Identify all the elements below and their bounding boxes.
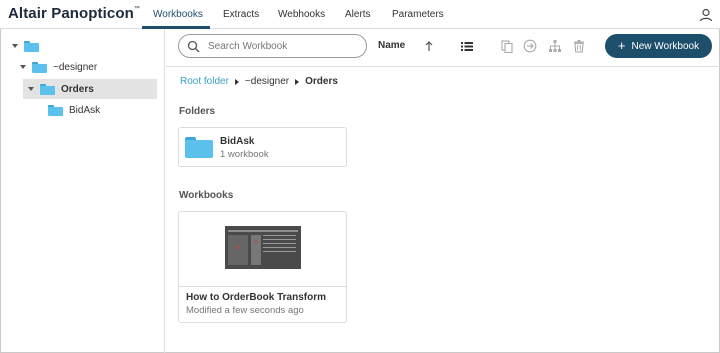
search-input[interactable]: Search Workbook [178, 34, 367, 58]
folder-name: BidAsk [220, 136, 255, 147]
workbook-name: How to OrderBook Transform [186, 292, 327, 303]
folder-icon [32, 61, 47, 73]
sort-field-label[interactable]: Name [378, 40, 405, 51]
tree-item-bidask[interactable]: BidAsk [48, 100, 100, 120]
workbook-modified: Modified a few seconds ago [186, 305, 304, 316]
tab-alerts[interactable]: Alerts [345, 9, 371, 20]
copy-icon[interactable] [500, 39, 514, 53]
folder-count: 1 workbook [220, 149, 269, 160]
chevron-down-icon[interactable] [20, 65, 26, 69]
folder-card[interactable]: BidAsk 1 workbook [178, 127, 347, 167]
divider [179, 286, 346, 287]
search-placeholder: Search Workbook [208, 41, 288, 52]
search-icon [187, 40, 200, 53]
list-view-icon[interactable] [460, 39, 474, 53]
move-icon[interactable] [523, 39, 537, 53]
breadcrumb-current: Orders [305, 76, 338, 87]
breadcrumb: Root folder ~designer Orders [180, 76, 338, 87]
top-bar: Altair Panopticon™ Workbooks Extracts We… [0, 0, 720, 29]
tree-item-designer[interactable]: ~designer [20, 57, 97, 77]
chevron-right-icon [234, 78, 239, 85]
workbooks-heading: Workbooks [179, 190, 234, 201]
folder-icon [24, 40, 39, 52]
sort-ascending-icon[interactable] [422, 39, 436, 53]
tab-extracts[interactable]: Extracts [223, 9, 259, 20]
tab-workbooks[interactable]: Workbooks [153, 9, 203, 20]
tab-webhooks[interactable]: Webhooks [278, 9, 325, 20]
chevron-right-icon [295, 78, 300, 85]
folder-tree-sidebar: ~designer Orders BidAsk [0, 29, 165, 353]
folder-icon [185, 137, 213, 158]
folder-icon [40, 83, 55, 95]
chevron-down-icon[interactable] [12, 44, 18, 48]
hierarchy-icon[interactable] [548, 39, 562, 53]
chevron-down-icon[interactable] [28, 87, 34, 91]
new-workbook-button[interactable]: + New Workbook [605, 34, 712, 58]
tree-item-label: ~designer [53, 61, 98, 73]
breadcrumb-designer[interactable]: ~designer [245, 76, 289, 87]
tree-item-label: BidAsk [69, 104, 101, 116]
new-workbook-label: New Workbook [631, 40, 700, 52]
user-icon[interactable] [699, 8, 713, 22]
delete-icon[interactable] [572, 39, 586, 53]
breadcrumb-root[interactable]: Root folder [180, 76, 229, 87]
tree-item-label: Orders [61, 83, 94, 95]
plus-icon: + [617, 38, 626, 53]
divider [166, 66, 720, 67]
tree-item-orders[interactable]: Orders [23, 79, 157, 99]
tree-item-root[interactable] [12, 36, 45, 56]
workbook-thumbnail [225, 226, 301, 269]
tab-parameters[interactable]: Parameters [392, 9, 444, 20]
folders-heading: Folders [179, 106, 216, 117]
workbook-card[interactable]: How to OrderBook Transform Modified a fe… [178, 211, 347, 323]
app-logo: Altair Panopticon™ [8, 5, 140, 22]
folder-icon [48, 104, 63, 116]
